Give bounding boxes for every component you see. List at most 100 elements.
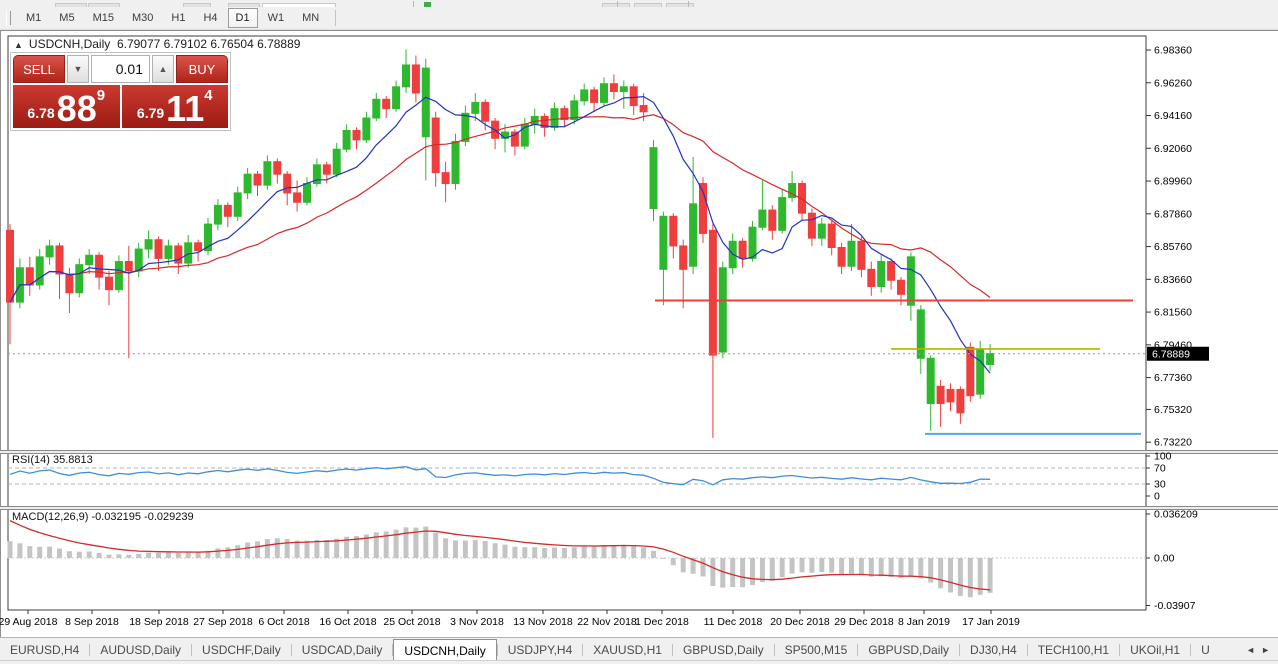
candle (927, 358, 934, 403)
price-axis-label: 6.83660 (1154, 274, 1192, 286)
price-axis-label: 6.87860 (1154, 208, 1192, 220)
candle (304, 184, 311, 203)
date-axis-label: 27 Sep 2018 (193, 616, 253, 628)
candle (462, 113, 469, 141)
date-axis-label: 3 Nov 2018 (450, 616, 504, 628)
lot-size-input[interactable]: 0.01 (91, 55, 150, 83)
candle (76, 265, 83, 293)
sell-price-small: 6.78 (27, 105, 54, 121)
symbol-tab-usdcad[interactable]: USDCAD,Daily (292, 638, 393, 661)
candle (898, 280, 905, 294)
one-click-trade-panel: SELL ▼ 0.01 ▲ BUY 6.78 88 9 6.79 11 4 (10, 52, 231, 131)
candle (759, 210, 766, 227)
sell-button[interactable]: SELL (13, 55, 65, 83)
candle (46, 246, 53, 257)
candle (36, 257, 43, 285)
symbol-tab-xauusd[interactable]: XAUUSD,H1 (583, 638, 672, 661)
timeframe-button-d1[interactable]: D1 (228, 8, 258, 28)
buy-button[interactable]: BUY (176, 55, 228, 83)
candle (96, 255, 103, 277)
timeframe-toolbar: M1M5M15M30H1H4D1W1MN (0, 7, 1278, 30)
candle (452, 141, 459, 183)
candle (739, 241, 746, 258)
timeframe-button-m1[interactable]: M1 (18, 8, 49, 28)
candle (165, 246, 172, 258)
candle (828, 224, 835, 247)
symbol-tab-usdchf[interactable]: USDCHF,Daily (192, 638, 291, 661)
candle (323, 165, 330, 174)
candle (680, 246, 687, 269)
date-axis-label: 29 Aug 2018 (0, 616, 58, 628)
candle (947, 389, 954, 401)
chart-symbol-title: USDCNH,Daily (29, 37, 110, 51)
candle (581, 90, 588, 101)
timeframe-button-h4[interactable]: H4 (195, 8, 225, 28)
candle (848, 241, 855, 266)
symbol-tab-gbpusd[interactable]: GBPUSD,Daily (858, 638, 959, 661)
candle (373, 99, 380, 118)
rsi-axis-label: 70 (1154, 463, 1166, 475)
timeframe-button-m5[interactable]: M5 (51, 8, 82, 28)
symbol-tab-eurusd[interactable]: EURUSD,H4 (0, 638, 89, 661)
candle (907, 257, 914, 305)
candle (709, 230, 716, 355)
candle (56, 246, 63, 274)
candle (7, 230, 14, 302)
candle (779, 198, 786, 231)
candle (808, 213, 815, 238)
timeframe-button-mn[interactable]: MN (294, 8, 327, 28)
symbol-tab-dj30[interactable]: DJ30,H4 (960, 638, 1027, 661)
timeframe-button-m30[interactable]: M30 (124, 8, 161, 28)
candle (363, 118, 370, 140)
candle (135, 249, 142, 271)
symbol-tab-usdjpy[interactable]: USDJPY,H4 (498, 638, 582, 661)
symbol-tab-audusd[interactable]: AUDUSD,Daily (90, 638, 191, 661)
toolbar-grip[interactable] (6, 11, 11, 25)
sell-price-sup: 9 (97, 87, 105, 104)
symbol-tab-tech100[interactable]: TECH100,H1 (1028, 638, 1119, 661)
candle (838, 247, 845, 266)
symbol-tab-ukoil[interactable]: UKOil,H1 (1120, 638, 1190, 661)
rsi-axis-label: 0 (1154, 491, 1160, 503)
sell-price-panel[interactable]: 6.78 88 9 (13, 85, 120, 128)
candle (422, 68, 429, 137)
date-axis-label: 8 Jan 2019 (898, 616, 950, 628)
timeframe-button-m15[interactable]: M15 (85, 8, 122, 28)
candle (412, 65, 419, 93)
candle (234, 193, 241, 216)
timeframe-button-h1[interactable]: H1 (163, 8, 193, 28)
candle (937, 386, 944, 403)
candle (264, 162, 271, 185)
buy-price-big: 11 (166, 92, 204, 125)
price-axis-label: 6.77360 (1154, 372, 1192, 384)
macd-axis-label: 0.036209 (1154, 509, 1198, 521)
candle (531, 116, 538, 124)
buy-price-panel[interactable]: 6.79 11 4 (122, 85, 229, 128)
rsi-label: RSI(14) 35.8813 (12, 454, 93, 466)
symbol-tab-gbpusd[interactable]: GBPUSD,Daily (673, 638, 774, 661)
symbol-tab-u[interactable]: U (1191, 638, 1220, 661)
candle (185, 243, 192, 263)
candle (878, 262, 885, 287)
candle (670, 216, 677, 246)
candle (115, 262, 122, 290)
candle (214, 205, 221, 224)
candle (195, 243, 202, 251)
symbol-tab-sp500[interactable]: SP500,M15 (775, 638, 858, 661)
symbol-tab-usdcnh[interactable]: USDCNH,Daily (393, 639, 496, 661)
date-axis-label: 13 Nov 2018 (513, 616, 573, 628)
price-axis-label: 6.81560 (1154, 307, 1192, 319)
lot-step-down-button[interactable]: ▼ (67, 55, 89, 83)
tab-scroll-right-icon[interactable]: ► (1261, 645, 1270, 655)
collapse-arrow-icon[interactable]: ▲ (14, 40, 23, 50)
date-axis-label: 16 Oct 2018 (319, 616, 376, 628)
date-axis-label: 18 Sep 2018 (129, 616, 189, 628)
candle (442, 173, 449, 184)
tab-scroll-left-icon[interactable]: ◄ (1246, 645, 1255, 655)
candle (591, 90, 598, 102)
date-axis-label: 22 Nov 2018 (577, 616, 637, 628)
price-axis-label: 6.96260 (1154, 77, 1192, 89)
sell-price-big: 88 (57, 92, 97, 125)
lot-step-up-button[interactable]: ▲ (152, 55, 174, 83)
timeframe-button-w1[interactable]: W1 (260, 8, 293, 28)
